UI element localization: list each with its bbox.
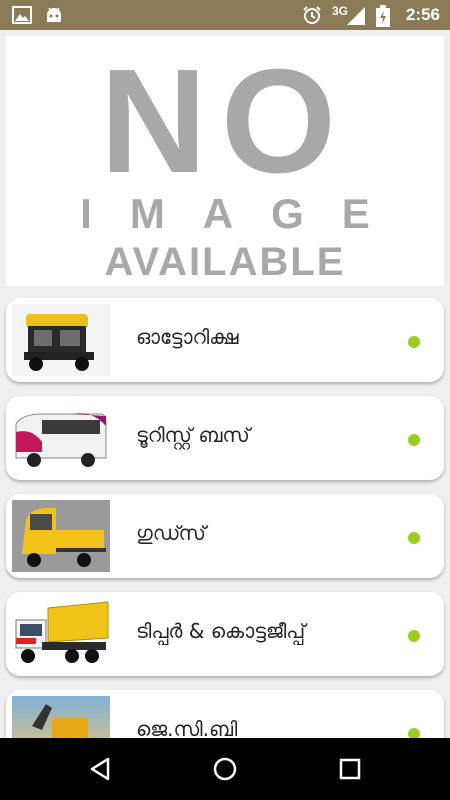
recents-icon[interactable]	[336, 755, 364, 783]
list-item-jcb[interactable]: ജെ.സി.ബി	[6, 690, 444, 738]
banner-line-available: AVAILABLE	[104, 240, 346, 284]
goods-vehicle-thumbnail	[12, 500, 110, 572]
main-content: NO IMAGE AVAILABLE ഓട്ടോറിക്ഷ ടൂറിസ്റ്റ്…	[0, 30, 450, 738]
list-item-goods[interactable]: ഗുഡ്സ്	[6, 494, 444, 578]
list-item-label: ടിപ്പർ & കൊട്ടജീപ്പ്	[136, 619, 306, 643]
list-item-label: ജെ.സി.ബി	[136, 717, 238, 738]
image-notification-icon	[12, 6, 32, 26]
no-image-banner: NO IMAGE AVAILABLE	[6, 36, 444, 286]
status-dot	[408, 434, 420, 446]
battery-icon	[375, 5, 396, 27]
tourist-bus-thumbnail	[12, 402, 110, 474]
back-icon[interactable]	[86, 755, 114, 783]
list-item-label: ടൂറിസ്റ്റ് ബസ്	[136, 423, 250, 447]
status-dot	[408, 336, 420, 348]
home-icon[interactable]	[211, 755, 239, 783]
tipper-truck-thumbnail	[12, 598, 110, 670]
list-item-autorickshaw[interactable]: ഓട്ടോറിക്ഷ	[6, 298, 444, 382]
banner-line-no: NO	[100, 39, 350, 204]
list-item-label: ഓട്ടോറിക്ഷ	[136, 325, 239, 349]
status-dot	[408, 630, 420, 642]
autorickshaw-thumbnail	[12, 304, 110, 376]
status-dot	[408, 728, 420, 738]
android-notification-icon	[44, 6, 64, 26]
system-nav-bar	[0, 738, 450, 800]
list-item-tourist-bus[interactable]: ടൂറിസ്റ്റ് ബസ്	[6, 396, 444, 480]
status-bar: 3G 2:56	[0, 0, 450, 30]
list-item-tipper-jeep[interactable]: ടിപ്പർ & കൊട്ടജീപ്പ്	[6, 592, 444, 676]
clock: 2:56	[405, 5, 440, 24]
banner-line-image: IMAGE	[80, 190, 408, 237]
signal-icon: 3G	[332, 4, 366, 26]
list-item-label: ഗുഡ്സ്	[136, 521, 206, 545]
alarm-icon	[302, 5, 322, 25]
status-dot	[408, 532, 420, 544]
jcb-thumbnail	[12, 696, 110, 738]
